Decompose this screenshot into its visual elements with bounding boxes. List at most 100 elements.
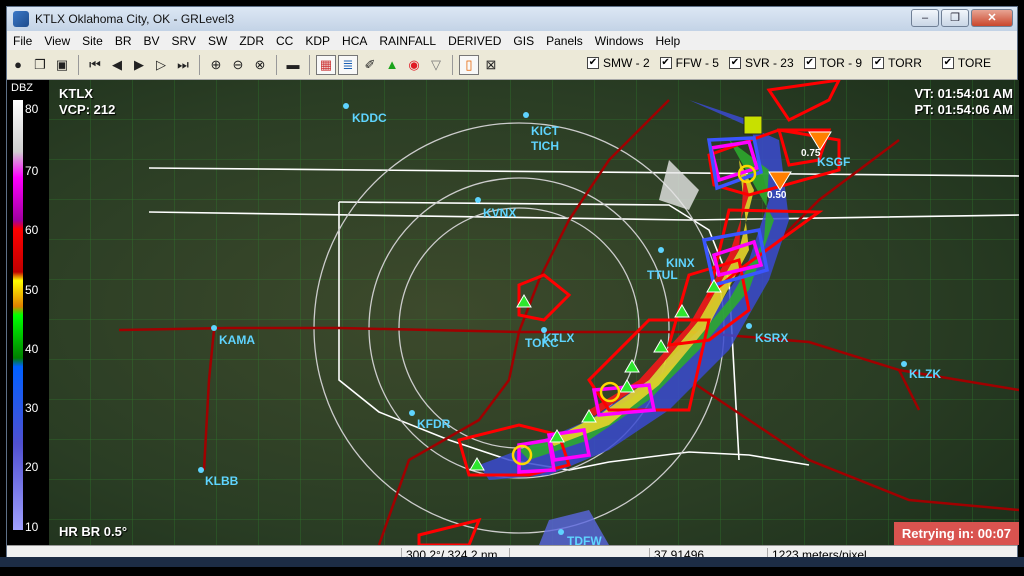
filter-tore[interactable]: ✔ TORE [941, 56, 991, 70]
panel-icon[interactable]: ▯ [459, 54, 479, 75]
site-label: KDDC [352, 111, 387, 125]
menu-gis[interactable]: GIS [507, 34, 540, 48]
ring-icon[interactable]: ◉ [404, 55, 424, 75]
site-label: KVNX [483, 206, 516, 220]
filter-label: FFW - 5 [675, 56, 719, 70]
dbz-legend: DBZ 80 70 60 50 40 30 20 10 [7, 80, 49, 545]
app-window: KTLX Oklahoma City, OK - GRLevel3 – ❐ ✕ … [6, 6, 1019, 576]
menu-derived[interactable]: DERIVED [442, 34, 507, 48]
processed-time: PT: 01:54:06 AM [914, 102, 1014, 117]
site-label: KSRX [755, 331, 788, 345]
valid-time: VT: 01:54:01 AM [914, 86, 1014, 101]
filter-label: SMW - 2 [602, 56, 650, 70]
last-frame-icon[interactable]: ⏭ [173, 55, 193, 75]
down-triangle-icon[interactable]: ▽ [426, 55, 446, 75]
site-label: KICT [531, 124, 560, 138]
next-frame-icon[interactable]: ▷ [151, 55, 171, 75]
check-icon[interactable]: ✔ [659, 57, 672, 69]
filter-tor[interactable]: ✔ TOR - 9 [803, 56, 863, 70]
toolbar-separator [199, 54, 200, 75]
toolbar-separator [276, 54, 277, 75]
filter-label: TORE [957, 56, 991, 70]
legend-title: DBZ [11, 82, 33, 94]
toolbar: ● ❐ ▣ ⏮ ◀ ▶ ▷ ⏭ ⊕ ⊖ ⊗ ▬ ▦ ≣ ✐ ▲ ◉ ▽ ▯ ⊠ … [7, 50, 1017, 80]
play-icon[interactable]: ▶ [129, 55, 149, 75]
site-name: KTLX [59, 86, 93, 101]
check-icon[interactable]: ✔ [941, 57, 954, 69]
menu-bv[interactable]: BV [138, 34, 166, 48]
site-label: KLZK [909, 367, 941, 381]
site-label: KAMA [219, 333, 255, 347]
filter-svr[interactable]: ✔ SVR - 23 [728, 56, 794, 70]
zoom-reset-icon[interactable]: ⊗ [250, 55, 270, 75]
menu-sw[interactable]: SW [202, 34, 233, 48]
check-icon[interactable]: ✔ [803, 57, 816, 69]
legend-tick: 80 [25, 102, 39, 116]
warning-filters: ✔ SMW - 2 ✔ FFW - 5 ✔ SVR - 23 ✔ TOR - 9 ✔ TO… [586, 56, 991, 70]
site-label: TOKC [525, 336, 559, 350]
close-button[interactable]: ✕ [971, 9, 1013, 27]
radar-map[interactable]: 0.75 0.50 KDDC KICT TICH KVNX KINX TTUL … [49, 80, 1019, 545]
taskbar [0, 557, 1024, 567]
legend-tick: 10 [25, 520, 39, 534]
vcp-label: VCP: 212 [59, 102, 116, 117]
smooth-icon[interactable]: ▬ [283, 55, 303, 75]
target-icon[interactable]: ⊠ [481, 55, 501, 75]
menu-rainfall[interactable]: RAINFALL [373, 34, 442, 48]
filter-ffw[interactable]: ✔ FFW - 5 [659, 56, 719, 70]
site-label: KFDR [417, 417, 451, 431]
palette-icon[interactable]: ≣ [338, 54, 358, 75]
filter-torr[interactable]: ✔ TORR [872, 56, 922, 70]
site-label: KLBB [205, 474, 239, 488]
maximize-button[interactable]: ❐ [941, 9, 969, 27]
menu-zdr[interactable]: ZDR [233, 34, 270, 48]
minimize-button[interactable]: – [911, 9, 939, 27]
triangle-icon[interactable]: ▲ [382, 55, 402, 75]
menu-br[interactable]: BR [109, 34, 138, 48]
color-table-icon[interactable]: ▦ [316, 54, 336, 75]
first-frame-icon[interactable]: ⏮ [85, 55, 105, 75]
legend-tick: 50 [25, 283, 39, 297]
title-bar: KTLX Oklahoma City, OK - GRLevel3 – ❐ ✕ [7, 7, 1017, 31]
menu-view[interactable]: View [38, 34, 76, 48]
toolbar-separator [452, 54, 453, 75]
site-label: KSGF [817, 155, 850, 169]
menu-site[interactable]: Site [76, 34, 109, 48]
window-title: KTLX Oklahoma City, OK - GRLevel3 [35, 12, 235, 26]
menu-cc[interactable]: CC [270, 34, 299, 48]
menu-file[interactable]: File [7, 34, 38, 48]
legend-tick: 70 [25, 164, 39, 178]
menu-kdp[interactable]: KDP [299, 34, 336, 48]
menu-windows[interactable]: Windows [589, 34, 650, 48]
product-label: HR BR 0.5° [59, 524, 128, 539]
menu-bar: File View Site BR BV SRV SW ZDR CC KDP H… [7, 31, 1017, 50]
menu-srv[interactable]: SRV [166, 34, 202, 48]
check-icon[interactable]: ✔ [586, 57, 599, 69]
check-icon[interactable]: ✔ [872, 57, 885, 69]
site-label: TTUL [647, 268, 678, 282]
menu-help[interactable]: Help [649, 34, 686, 48]
filter-label: SVR - 23 [744, 56, 794, 70]
menu-panels[interactable]: Panels [540, 34, 589, 48]
layers-icon[interactable]: ▣ [52, 55, 72, 75]
legend-tick: 60 [25, 223, 39, 237]
filter-smw[interactable]: ✔ SMW - 2 [586, 56, 650, 70]
toolbar-separator [309, 54, 310, 75]
zoom-in-icon[interactable]: ⊕ [206, 55, 226, 75]
site-label: TICH [531, 139, 559, 153]
prev-frame-icon[interactable]: ◀ [107, 55, 127, 75]
retry-status: Retrying in: 00:07 [893, 522, 1019, 545]
copy-icon[interactable]: ❐ [30, 55, 50, 75]
hail-label: 0.50 [767, 190, 787, 201]
pin-icon[interactable]: ✐ [360, 55, 380, 75]
check-icon[interactable]: ✔ [728, 57, 741, 69]
site-label: TDFW [567, 534, 602, 545]
zoom-out-icon[interactable]: ⊖ [228, 55, 248, 75]
filter-label: TOR - 9 [819, 56, 863, 70]
legend-tick: 30 [25, 401, 39, 415]
legend-tick: 20 [25, 460, 39, 474]
record-icon[interactable]: ● [8, 55, 28, 75]
app-icon [13, 11, 29, 27]
menu-hca[interactable]: HCA [336, 34, 373, 48]
radar-view[interactable]: DBZ 80 70 60 50 40 30 20 10 0.75 0.50 KD… [7, 80, 1019, 545]
